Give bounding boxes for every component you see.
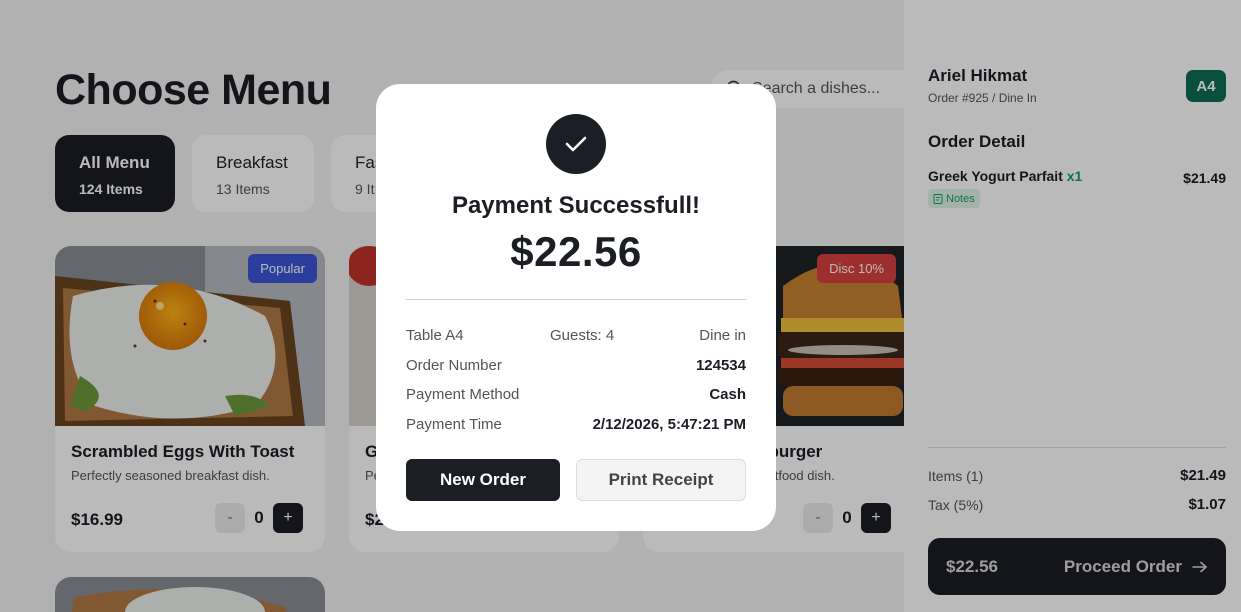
payment-method-row: Payment Method Cash [406, 386, 746, 403]
dialog-title: Payment Successfull! [451, 192, 701, 219]
payment-method-value: Cash [709, 386, 746, 403]
order-number-value: 124534 [695, 357, 746, 374]
order-number-row: Order Number 124534 [406, 357, 746, 374]
payment-time-value: 2/12/2026, 5:47:21 PM [592, 416, 746, 433]
payment-time-row: Payment Time 2/12/2026, 5:47:21 PM [406, 416, 746, 433]
table-info-row: Table A4 Guests: 4 Dine in [406, 327, 746, 344]
guests-label: Guests: 4 [550, 327, 615, 344]
new-order-button[interactable]: New Order [406, 459, 560, 501]
service-type: Dine in [699, 327, 746, 344]
paid-amount: $22.56 [510, 228, 642, 275]
table-label: Table A4 [406, 327, 464, 344]
print-receipt-button[interactable]: Print Receipt [576, 459, 746, 501]
payment-time-label: Payment Time [406, 416, 502, 433]
success-badge [546, 114, 606, 174]
payment-success-dialog: Payment Successfull! $22.56 Table A4 Gue… [376, 84, 776, 531]
payment-method-label: Payment Method [406, 386, 520, 403]
order-number-label: Order Number [406, 357, 502, 374]
divider [406, 299, 746, 300]
check-icon [565, 136, 587, 152]
